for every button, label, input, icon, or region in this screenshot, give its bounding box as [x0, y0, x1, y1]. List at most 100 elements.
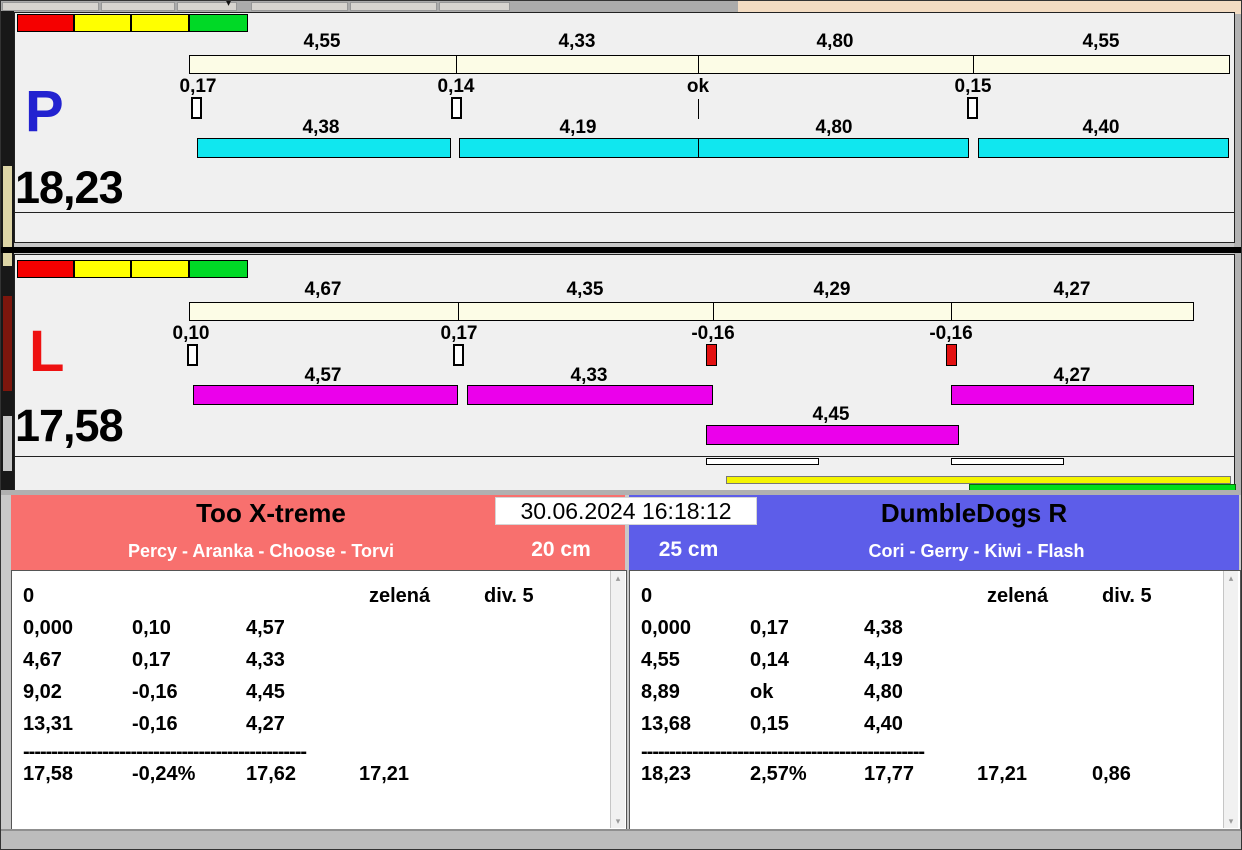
cell: 17,62 — [246, 763, 297, 785]
p-fault-marker-2 — [451, 97, 462, 119]
progress-bar-yellow — [726, 476, 1231, 484]
l-fault-marker-3-negative — [706, 344, 717, 366]
cell: ok — [750, 681, 774, 703]
l-fault-3: -0,16 — [691, 323, 735, 344]
background-fragment — [3, 296, 12, 391]
window-bottom-bar — [1, 829, 1241, 849]
traffic-light-red — [17, 260, 74, 278]
caret-down-icon: ▾ — [226, 0, 232, 9]
team-right-name: DumbleDogs R — [880, 498, 1068, 528]
cell: 0,15 — [750, 713, 789, 735]
background-cell — [2, 2, 99, 11]
cell: 4,19 — [864, 649, 903, 671]
p-split-bar-2-3 — [459, 138, 969, 158]
cell: 13,31 — [23, 713, 74, 735]
cell: div. 5 — [484, 585, 534, 607]
l-lower-time-3: 4,27 — [1053, 365, 1091, 386]
cell: div. 5 — [1102, 585, 1152, 607]
cell: 8,89 — [641, 681, 680, 703]
p-split-bar-4 — [978, 138, 1229, 158]
p-split-bar-divider — [698, 138, 699, 158]
team-right-scrollbar[interactable]: ▴ ▾ — [1223, 571, 1238, 828]
cell: 0,17 — [132, 649, 171, 671]
cell: 4,40 — [864, 713, 903, 735]
traffic-light-red — [17, 14, 74, 32]
l-fault-2: 0,17 — [440, 323, 478, 344]
l-upper-time-4: 4,27 — [1053, 279, 1091, 300]
traffic-light-yellow2 — [131, 14, 189, 32]
scroll-up-icon[interactable]: ▴ — [1224, 571, 1238, 585]
cell: 0 — [23, 585, 35, 607]
cell: 18,23 — [641, 763, 692, 785]
cell: 0,000 — [23, 617, 74, 639]
l-lower-time-1: 4,57 — [304, 365, 342, 386]
l-fault-1: 0,10 — [172, 323, 210, 344]
p-upper-bar — [189, 55, 1230, 74]
p-upper-time-4: 4,55 — [1082, 31, 1120, 52]
p-upper-bar-divider — [698, 55, 699, 74]
traffic-light-yellow1 — [74, 14, 131, 32]
cell: 4,33 — [246, 649, 285, 671]
l-upper-bar — [189, 302, 1194, 321]
p-lower-time-2: 4,19 — [559, 117, 597, 138]
cell: 4,57 — [246, 617, 285, 639]
scroll-down-icon[interactable]: ▾ — [611, 814, 625, 828]
lane-l-letter: L — [29, 319, 65, 384]
l-extra-time: 4,45 — [812, 404, 850, 425]
team-left-scrollbar[interactable]: ▴ ▾ — [610, 571, 625, 828]
l-upper-bar-divider — [713, 302, 714, 321]
traffic-light-yellow2 — [131, 260, 189, 278]
p-split-bar-1 — [197, 138, 451, 158]
l-substrip-marker-1 — [706, 458, 819, 465]
cell: 4,45 — [246, 681, 285, 703]
p-upper-bar-divider — [456, 55, 457, 74]
team-left-name: Too X-treme — [196, 498, 346, 528]
p-fault-marker-1 — [191, 97, 202, 119]
dashed-line: ----------------------------------------… — [641, 741, 925, 763]
cell: 4,80 — [864, 681, 903, 703]
background-cell — [439, 2, 510, 11]
l-fault-marker-1 — [187, 344, 198, 366]
cell: 4,27 — [246, 713, 285, 735]
l-upper-time-2: 4,35 — [566, 279, 604, 300]
cell: zelená — [987, 585, 1049, 607]
p-upper-time-2: 4,33 — [558, 31, 596, 52]
p-upper-bar-divider — [973, 55, 974, 74]
scroll-down-icon[interactable]: ▾ — [1224, 814, 1238, 828]
l-lower-time-2: 4,33 — [570, 365, 608, 386]
p-fault-marker-4 — [967, 97, 978, 119]
team-left-results-area[interactable] — [11, 570, 627, 831]
team-right-results-area[interactable] — [629, 570, 1241, 831]
cell: 17,21 — [359, 763, 410, 785]
timestamp: 30.06.2024 16:18:12 — [495, 497, 757, 525]
p-fault-marker-ok — [698, 99, 699, 119]
background-fragment — [3, 416, 12, 471]
l-upper-time-3: 4,29 — [813, 279, 851, 300]
cell: 0,86 — [1092, 763, 1131, 785]
scroll-up-icon[interactable]: ▴ — [611, 571, 625, 585]
cell: 4,38 — [864, 617, 903, 639]
cell: zelená — [369, 585, 431, 607]
team-left-members: Percy - Aranka - Choose - Torvi — [127, 541, 395, 561]
l-upper-bar-divider — [458, 302, 459, 321]
dashed-line: ----------------------------------------… — [23, 741, 307, 763]
cell: 0 — [641, 585, 653, 607]
cell: 2,57% — [750, 763, 807, 785]
traffic-light-green — [189, 260, 248, 278]
p-lower-time-4: 4,40 — [1082, 117, 1120, 138]
cell: 17,21 — [977, 763, 1028, 785]
cell: 0,10 — [132, 617, 171, 639]
cell: 4,67 — [23, 649, 62, 671]
l-upper-bar-divider — [951, 302, 952, 321]
team-left-height: 20 cm — [531, 538, 591, 561]
traffic-light-yellow1 — [74, 260, 131, 278]
l-split-bar-4 — [951, 385, 1194, 405]
team-right-height: 25 cm — [658, 538, 719, 561]
timing-scoreboard-window: ▾ P 4,55 4,33 4,80 4,55 0,17 0,14 ok 0,1… — [0, 0, 1242, 850]
l-upper-time-1: 4,67 — [304, 279, 342, 300]
p-fault-4: 0,15 — [954, 76, 992, 97]
team-right-members: Cori - Gerry - Kiwi - Flash — [868, 541, 1085, 561]
cell: 0,000 — [641, 617, 692, 639]
l-substrip-marker-2 — [951, 458, 1064, 465]
background-cell — [101, 2, 175, 11]
